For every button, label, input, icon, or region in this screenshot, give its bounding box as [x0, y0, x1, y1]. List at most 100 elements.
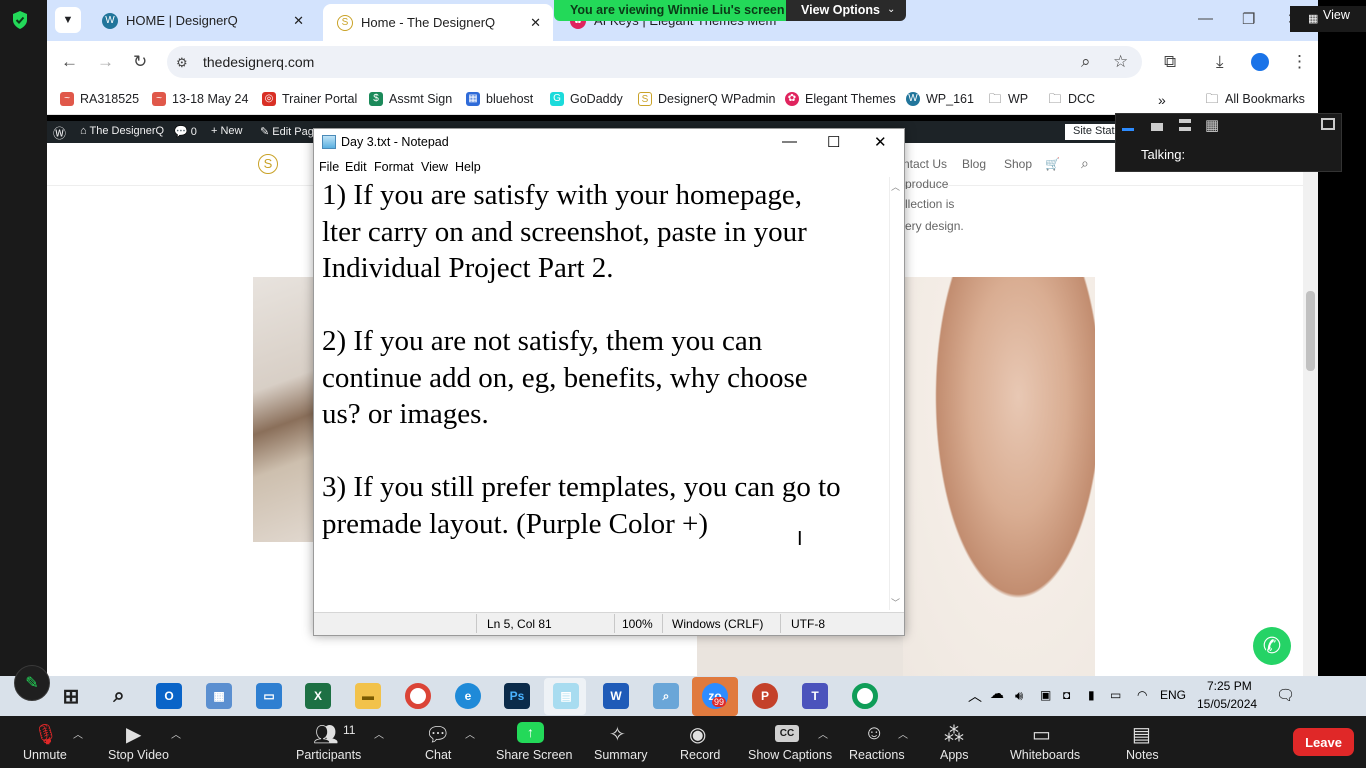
search-icon[interactable]: ⌕	[106, 683, 132, 709]
bookmark-assmt-sign[interactable]: $ Assmt Sign	[369, 92, 452, 106]
bookmark-folder-wp[interactable]: 🗀 WP	[988, 92, 1028, 107]
stop-video-button[interactable]: Stop Video	[108, 748, 169, 762]
tray-camera-icon[interactable]: ◘	[1063, 688, 1070, 702]
url-text[interactable]: thedesignerq.com	[203, 54, 314, 70]
chevron-down-icon[interactable]: ⌄	[887, 4, 895, 15]
site-logo[interactable]: S	[258, 154, 278, 174]
close-icon[interactable]: ✕	[530, 15, 541, 31]
all-bookmarks[interactable]: 🗀 All Bookmarks	[1205, 92, 1304, 107]
bookmark-designerq-wpadmin[interactable]: S DesignerQ WPadmin	[638, 92, 775, 106]
nav-blog[interactable]: Blog	[962, 157, 986, 171]
windows-start-icon[interactable]: ⊞	[58, 683, 84, 709]
notification-icon[interactable]: 🗨︎	[1276, 686, 1295, 704]
share-screen-button[interactable]: Share Screen	[496, 748, 572, 762]
summary-button[interactable]: Summary	[594, 748, 647, 762]
zoom-search-icon[interactable]: ⌕	[1081, 52, 1091, 72]
page-scroll-thumb[interactable]	[1306, 291, 1315, 371]
page-scrollbar[interactable]	[1303, 143, 1318, 676]
layout-minimize-icon[interactable]	[1122, 128, 1134, 131]
share-screen-icon[interactable]: ↑	[517, 722, 544, 743]
tray-app-icon[interactable]: ▣	[1040, 688, 1051, 702]
notes-button[interactable]: Notes	[1126, 748, 1159, 762]
chevron-up-icon[interactable]: ︿	[818, 726, 828, 741]
whatsapp-icon[interactable]: ✆	[1253, 627, 1291, 665]
menu-edit[interactable]: Edit	[345, 160, 367, 174]
annotate-pencil-icon[interactable]: ✎	[14, 665, 50, 701]
chevron-up-icon[interactable]: ︿	[465, 726, 475, 741]
chat-icon[interactable]: 💬︎	[425, 722, 450, 747]
more-bookmarks-icon[interactable]: »	[1158, 92, 1166, 108]
powerpoint-icon[interactable]: P	[752, 683, 778, 709]
wp-site-status[interactable]: Site Status	[1065, 124, 1115, 140]
file-explorer-icon[interactable]: ▬	[355, 683, 381, 709]
menu-help[interactable]: Help	[455, 160, 481, 174]
menu-icon[interactable]: ⋮	[1291, 52, 1308, 72]
participants-button[interactable]: Participants	[296, 748, 361, 762]
internet-explorer-icon[interactable]: e	[455, 683, 481, 709]
calculator-icon[interactable]: ▦	[206, 683, 232, 709]
site-info-icon[interactable]: ⚙	[176, 55, 188, 71]
notepad-taskbar-icon[interactable]: ▤	[553, 683, 579, 709]
menu-format[interactable]: Format	[374, 160, 414, 174]
excel-icon[interactable]: X	[305, 683, 331, 709]
view-options-label[interactable]: View Options	[801, 3, 880, 17]
forward-icon[interactable]: →	[97, 52, 114, 72]
leave-button[interactable]: Leave	[1293, 728, 1354, 756]
wp-new[interactable]: + New	[211, 125, 243, 137]
scroll-down-icon[interactable]: ﹀	[891, 596, 900, 609]
back-icon[interactable]: ←	[61, 52, 78, 72]
layout-window-icon[interactable]	[1321, 118, 1335, 130]
wifi-icon[interactable]: ◠	[1137, 688, 1147, 702]
download-icon[interactable]: ⤓	[1216, 52, 1224, 72]
video-camera-icon[interactable]: ▶	[126, 722, 141, 747]
whiteboards-button[interactable]: Whiteboards	[1010, 748, 1080, 762]
record-icon[interactable]: ◉	[689, 722, 706, 747]
onedrive-icon[interactable]: ☁	[990, 685, 1004, 702]
restore-icon[interactable]: ❐	[1242, 10, 1255, 28]
tab-home-designerq[interactable]: W HOME | DesignerQ ✕	[88, 4, 316, 37]
notes-icon[interactable]: ▤	[1132, 722, 1151, 747]
speaker-icon[interactable]: 🔊︎	[1015, 688, 1023, 704]
reactions-icon[interactable]: ☺	[864, 722, 884, 745]
photoshop-icon[interactable]: Ps	[504, 683, 530, 709]
bookmark-trainer-portal[interactable]: ◎ Trainer Portal	[262, 92, 357, 106]
show-captions-button[interactable]: Show Captions	[748, 748, 832, 762]
wordpress-logo-icon[interactable]: Ⓦ	[53, 123, 66, 142]
grid-view-icon[interactable]: ▦	[1308, 12, 1318, 25]
chevron-up-icon[interactable]: ︿	[374, 726, 384, 741]
minimize-icon[interactable]: —	[1198, 10, 1213, 27]
record-button[interactable]: Record	[680, 748, 720, 762]
microphone-icon[interactable]: ▮	[1088, 688, 1095, 702]
wp-comments[interactable]: 💬 0	[174, 125, 197, 138]
unmute-button[interactable]: Unmute	[23, 748, 67, 762]
search-icon[interactable]: ⌕	[1081, 155, 1089, 172]
magnifier-icon[interactable]: ⌕	[653, 683, 679, 709]
chevron-up-icon[interactable]: ︿	[171, 726, 181, 741]
maximize-icon[interactable]: ☐	[827, 133, 840, 151]
chat-button[interactable]: Chat	[425, 748, 451, 762]
participants-icon[interactable]: 👥︎	[313, 722, 338, 747]
bookmark-bluehost[interactable]: ▦ bluehost	[466, 92, 533, 106]
apps-button[interactable]: Apps	[940, 748, 969, 762]
close-icon[interactable]: ✕	[293, 13, 304, 29]
clock-time[interactable]: 7:25 PM	[1207, 679, 1252, 693]
layout-grid-icon[interactable]: ▦	[1205, 116, 1219, 134]
chevron-up-icon[interactable]: ︿	[898, 726, 908, 741]
layout-strip-icon[interactable]	[1179, 119, 1191, 131]
chrome-profile-icon[interactable]	[852, 683, 878, 709]
star-icon[interactable]: ☆	[1113, 52, 1128, 72]
notepad-text-area[interactable]: 1) If you are satisfy with your homepage…	[314, 177, 889, 610]
language-indicator[interactable]: ENG	[1160, 688, 1186, 702]
wp-site-name[interactable]: ⌂ The DesignerQ	[80, 125, 164, 137]
reload-icon[interactable]: ↻	[133, 52, 147, 72]
tab-home-the-designerq[interactable]: S Home - The DesignerQ ✕	[323, 4, 553, 41]
wp-edit-page[interactable]: ✎ Edit Page	[260, 125, 313, 138]
bookmark-13-18-may[interactable]: ~13-18 May 24	[152, 92, 248, 106]
layout-speaker-icon[interactable]	[1151, 123, 1163, 131]
bookmark-ra318525[interactable]: ~ RA318525	[60, 92, 139, 106]
menu-file[interactable]: File	[319, 160, 339, 174]
captions-icon[interactable]: CC	[775, 725, 799, 742]
tab-search-button[interactable]: ▼	[55, 7, 81, 33]
chrome-icon[interactable]	[405, 683, 431, 709]
bookmark-wp161[interactable]: W WP_161	[906, 92, 974, 106]
